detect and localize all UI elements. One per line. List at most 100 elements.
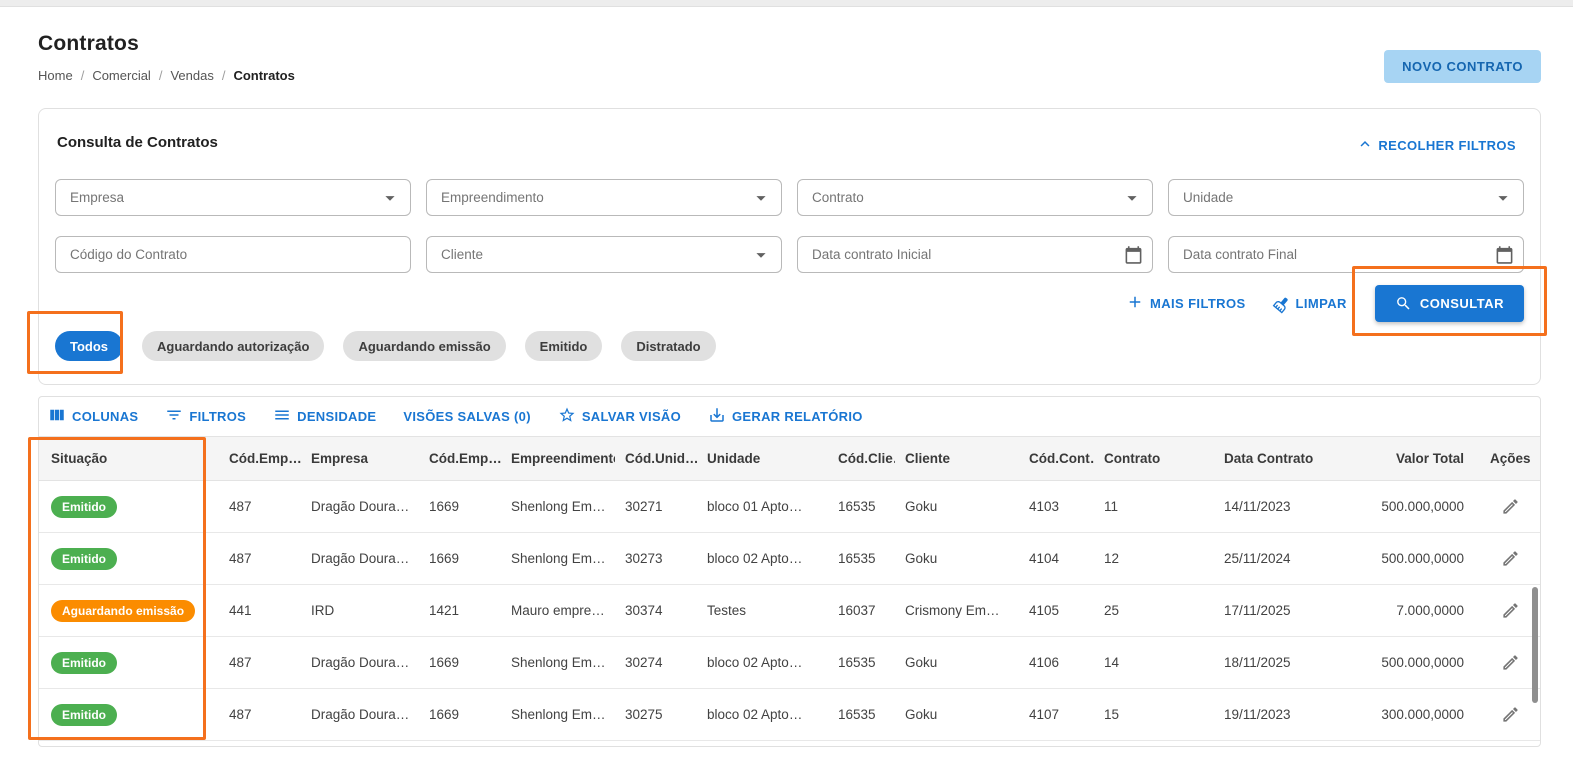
empresa-input[interactable] xyxy=(56,180,410,215)
header-empresa[interactable]: Empresa xyxy=(301,437,419,480)
calendar-icon[interactable] xyxy=(1124,245,1143,264)
cell-empresa: Dragão Doura… xyxy=(311,655,410,670)
cell-empresa: Dragão Doura… xyxy=(311,707,410,722)
header-data-contrato[interactable]: Data Contrato xyxy=(1214,437,1357,480)
breadcrumb-vendas[interactable]: Vendas xyxy=(170,68,213,83)
more-filters-button[interactable]: MAIS FILTROS xyxy=(1126,293,1246,314)
cell-empresa: IRD xyxy=(311,603,335,618)
chip-distratado[interactable]: Distratado xyxy=(621,331,716,361)
new-contract-button[interactable]: NOVO CONTRATO xyxy=(1384,50,1541,83)
codigo-contrato-field[interactable] xyxy=(55,236,411,273)
header-cod-cliente[interactable]: Cód.Clie… xyxy=(828,437,895,480)
edit-button[interactable] xyxy=(1497,701,1524,728)
edit-button[interactable] xyxy=(1497,493,1524,520)
cell-valor-total: 500.000,0000 xyxy=(1381,551,1464,566)
cell-empreendimento: Mauro empre… xyxy=(511,603,605,618)
chip-aguardando-autorizacao[interactable]: Aguardando autorização xyxy=(142,331,325,361)
unidade-input[interactable] xyxy=(1169,180,1523,215)
header-cliente[interactable]: Cliente xyxy=(895,437,1019,480)
cell-data-contrato: 14/11/2023 xyxy=(1224,499,1291,514)
data-contrato-final-input[interactable] xyxy=(1169,237,1523,272)
header-cod-empresa[interactable]: Cód.Emp… xyxy=(219,437,301,480)
status-badge: Aguardando emissão xyxy=(51,599,196,622)
generate-report-label: GERAR RELATÓRIO xyxy=(732,409,863,424)
cell-valor-total: 300.000,0000 xyxy=(1381,707,1464,722)
header-acoes: Ações xyxy=(1490,451,1531,466)
codigo-contrato-input[interactable] xyxy=(56,237,410,272)
breadcrumb-comercial[interactable]: Comercial xyxy=(92,68,151,83)
cell-cod-empreendimento: 1669 xyxy=(429,707,460,722)
edit-button[interactable] xyxy=(1497,545,1524,572)
cell-cod-contrato: 4103 xyxy=(1029,499,1060,514)
table-row[interactable]: Emitido 487 Dragão Doura… 1669 Shenlong … xyxy=(39,689,1540,741)
header-contrato[interactable]: Contrato xyxy=(1094,437,1214,480)
generate-report-button[interactable]: GERAR RELATÓRIO xyxy=(708,406,863,427)
pencil-icon xyxy=(1501,497,1520,516)
cell-unidade: bloco 02 Apto… xyxy=(707,551,803,566)
header-cod-empreendimento[interactable]: Cód.Emp… xyxy=(419,437,501,480)
cliente-input[interactable] xyxy=(427,237,781,272)
table-row[interactable]: Emitido 487 Dragão Doura… 1669 Shenlong … xyxy=(39,637,1540,689)
cell-cod-empreendimento: 1669 xyxy=(429,655,460,670)
cell-cliente: Goku xyxy=(905,707,938,722)
header-cod-unidade[interactable]: Cód.Unid… xyxy=(615,437,697,480)
edit-button[interactable] xyxy=(1497,649,1524,676)
data-contrato-inicial-field[interactable] xyxy=(797,236,1153,273)
header-unidade[interactable]: Unidade xyxy=(697,437,828,480)
save-view-button[interactable]: SALVAR VISÃO xyxy=(558,406,681,427)
empreendimento-select[interactable] xyxy=(426,179,782,216)
chevron-down-icon xyxy=(1492,187,1514,209)
breadcrumb-current: Contratos xyxy=(233,68,295,83)
contrato-select[interactable] xyxy=(797,179,1153,216)
pencil-icon xyxy=(1501,653,1520,672)
pencil-icon xyxy=(1501,705,1520,724)
collapse-filters-label: RECOLHER FILTROS xyxy=(1378,138,1516,153)
table-row[interactable]: Emitido 487 Dragão Doura… 1669 Shenlong … xyxy=(39,481,1540,533)
filters-button[interactable]: FILTROS xyxy=(165,406,246,427)
breadcrumb-home[interactable]: Home xyxy=(38,68,73,83)
data-contrato-final-field[interactable] xyxy=(1168,236,1524,273)
save-view-label: SALVAR VISÃO xyxy=(581,409,682,424)
table-row[interactable]: Aguardando emissão 441 IRD 1421 Mauro em… xyxy=(39,585,1540,637)
pencil-icon xyxy=(1501,601,1520,620)
collapse-filters-button[interactable]: RECOLHER FILTROS xyxy=(1356,135,1516,156)
chip-emitido[interactable]: Emitido xyxy=(524,331,603,361)
table-row[interactable]: Emitido 487 Dragão Doura… 1669 Shenlong … xyxy=(39,533,1540,585)
breadcrumb-separator: / xyxy=(221,68,226,83)
status-badge: Emitido xyxy=(51,651,117,674)
vertical-scrollbar[interactable] xyxy=(1532,587,1538,703)
cell-contrato: 14 xyxy=(1104,655,1120,670)
star-icon xyxy=(558,406,576,427)
cell-empreendimento: Shenlong Em… xyxy=(511,655,606,670)
columns-button[interactable]: COLUNAS xyxy=(48,406,138,427)
calendar-icon[interactable] xyxy=(1495,245,1514,264)
empresa-select[interactable] xyxy=(55,179,411,216)
chip-todos[interactable]: Todos xyxy=(55,331,124,361)
empreendimento-input[interactable] xyxy=(427,180,781,215)
header-situacao[interactable]: Situação xyxy=(39,437,219,480)
table-header-row: Situação Cód.Emp… Empresa Cód.Emp… Empre… xyxy=(39,436,1540,481)
consult-button[interactable]: CONSULTAR xyxy=(1374,285,1524,322)
edit-button[interactable] xyxy=(1497,597,1524,624)
chip-aguardando-emissao[interactable]: Aguardando emissão xyxy=(343,331,506,361)
status-badge: Emitido xyxy=(51,495,117,518)
header-valor-total[interactable]: Valor Total xyxy=(1357,437,1480,480)
unidade-select[interactable] xyxy=(1168,179,1524,216)
cell-situacao: Emitido xyxy=(39,637,219,688)
header-empreendimento[interactable]: Empreendimento xyxy=(501,437,615,480)
contrato-input[interactable] xyxy=(798,180,1152,215)
status-chips: Todos Aguardando autorização Aguardando … xyxy=(55,331,716,361)
header-cod-contrato[interactable]: Cód.Cont… xyxy=(1019,437,1094,480)
data-contrato-inicial-input[interactable] xyxy=(798,237,1152,272)
clear-filters-button[interactable]: LIMPAR xyxy=(1272,296,1347,313)
density-icon xyxy=(273,406,291,427)
cell-cliente: Crismony Em… xyxy=(905,603,1000,618)
cliente-select[interactable] xyxy=(426,236,782,273)
cell-empreendimento: Shenlong Em… xyxy=(511,551,606,566)
table-card: COLUNAS FILTROS DENSIDADE VISÕES SALVAS … xyxy=(38,396,1541,747)
cell-empreendimento: Shenlong Em… xyxy=(511,707,606,722)
saved-views-button[interactable]: VISÕES SALVAS (0) xyxy=(403,409,530,424)
density-button[interactable]: DENSIDADE xyxy=(273,406,376,427)
filter-card-title: Consulta de Contratos xyxy=(57,134,218,151)
breadcrumb: Home / Comercial / Vendas / Contratos xyxy=(38,68,295,83)
